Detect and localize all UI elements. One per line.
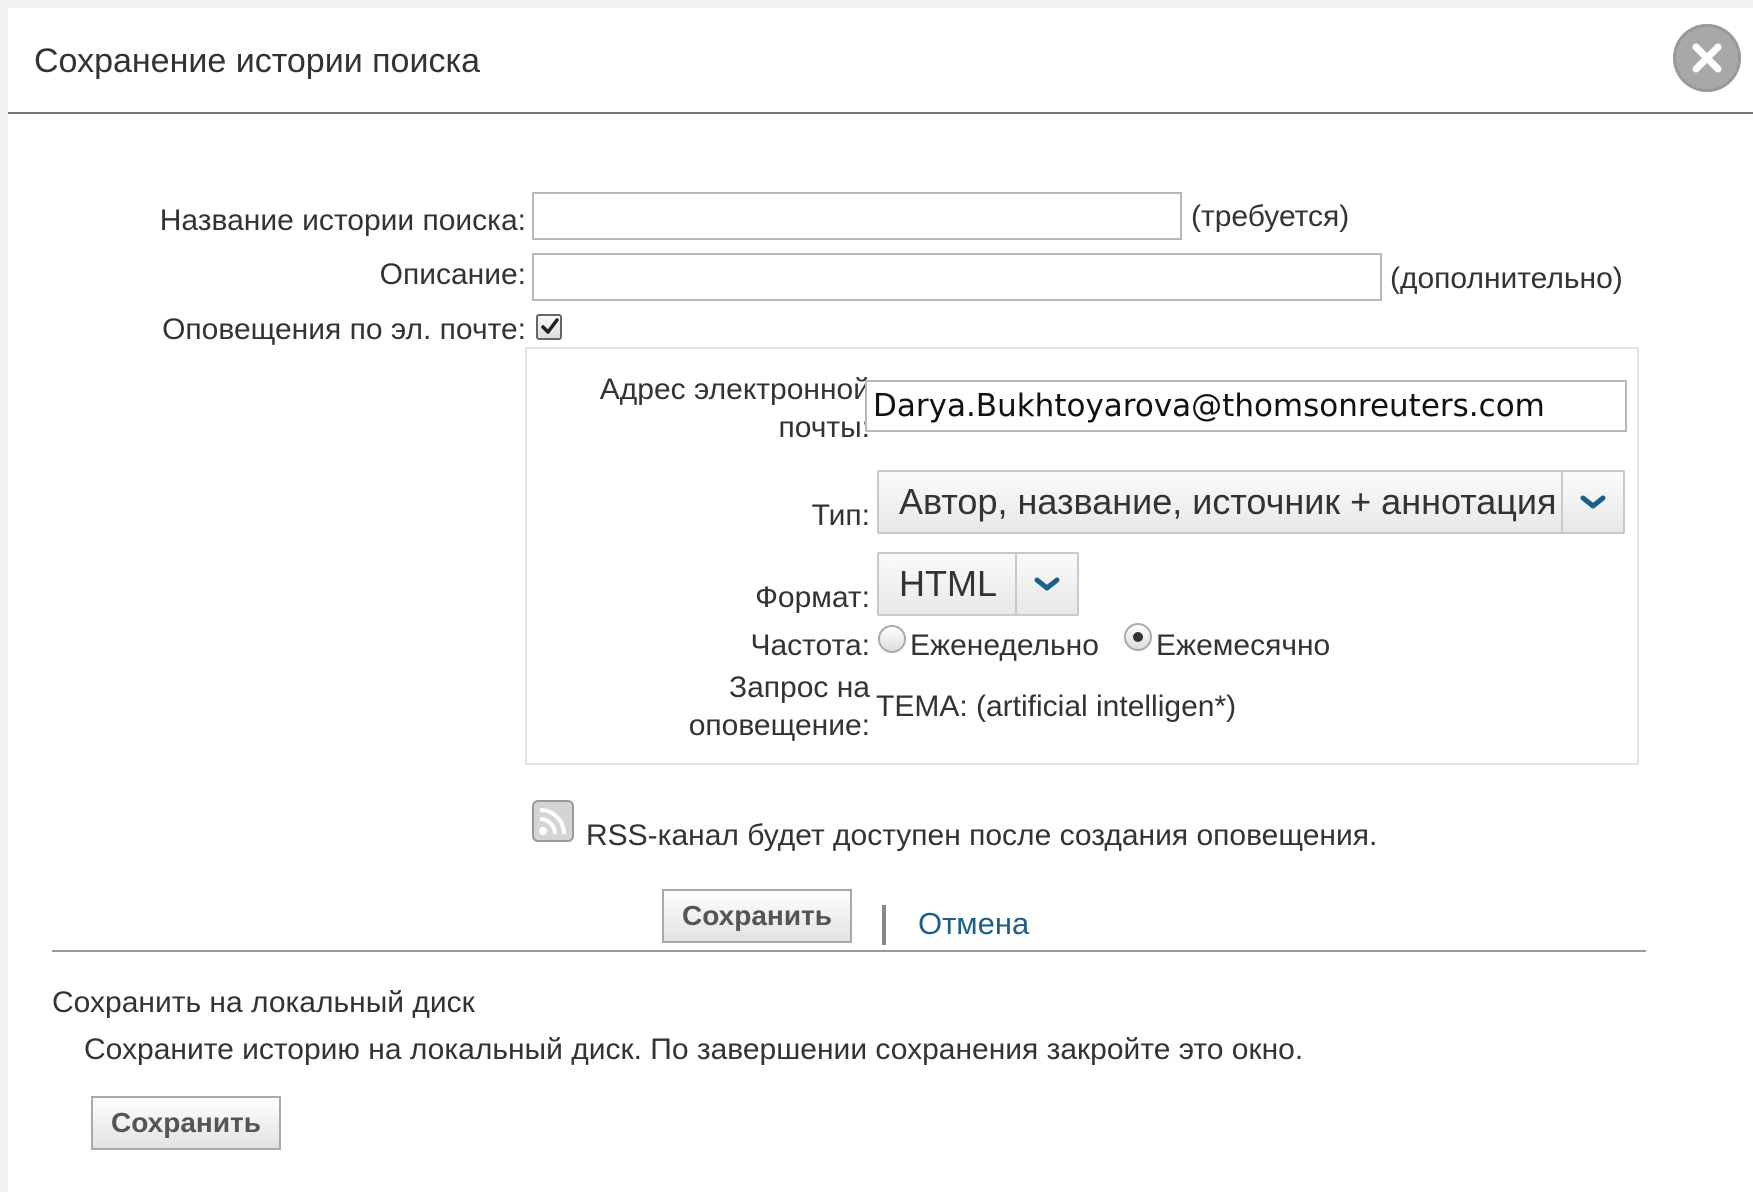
email-alerts-checkbox[interactable]	[536, 314, 562, 340]
type-label: Тип:	[811, 499, 870, 532]
alert-query-label-line2: оповещение:	[688, 709, 870, 742]
format-select[interactable]: HTML	[877, 552, 1079, 616]
save-button[interactable]: Сохранить	[662, 889, 852, 943]
description-label: Описание:	[379, 258, 526, 291]
chevron-down-icon	[1034, 577, 1060, 591]
type-select-value: Автор, название, источник + аннотация	[899, 481, 1557, 522]
email-address-label-line1: Адрес электронной	[599, 373, 870, 406]
local-save-title: Сохранить на локальный диск	[52, 986, 475, 1019]
email-address-input[interactable]	[865, 380, 1627, 432]
type-select[interactable]: Автор, название, источник + аннотация	[877, 470, 1625, 534]
format-label: Формат:	[755, 581, 870, 614]
local-save-button[interactable]: Сохранить	[91, 1096, 281, 1150]
alert-query-label-line1: Запрос на	[728, 671, 870, 704]
format-select-arrow[interactable]	[1015, 554, 1077, 614]
frequency-weekly-label: Еженедельно	[910, 629, 1099, 662]
close-icon	[1692, 43, 1722, 73]
title-divider	[8, 112, 1753, 114]
frequency-weekly-radio[interactable]	[878, 625, 906, 653]
type-select-arrow[interactable]	[1561, 472, 1623, 532]
history-name-label: Название истории поиска:	[159, 204, 526, 237]
rss-notice: RSS-канал будет доступен после создания …	[586, 819, 1378, 852]
required-hint: (требуется)	[1191, 200, 1350, 233]
section-divider	[52, 950, 1646, 952]
description-input[interactable]	[532, 253, 1382, 301]
cancel-link[interactable]: Отмена	[918, 906, 1029, 942]
frequency-label: Частота:	[750, 629, 870, 662]
chevron-down-icon	[1580, 495, 1606, 509]
close-button[interactable]	[1673, 24, 1741, 92]
action-separator	[882, 905, 886, 945]
format-select-value: HTML	[899, 563, 997, 604]
email-address-label-line2: почты:	[778, 411, 870, 444]
checkmark-icon	[541, 318, 559, 334]
history-name-input[interactable]	[532, 192, 1182, 240]
optional-hint: (дополнительно)	[1390, 262, 1623, 295]
frequency-monthly-radio[interactable]	[1124, 623, 1152, 651]
radio-selected-dot	[1133, 632, 1143, 642]
email-alerts-label: Оповещения по эл. почте:	[162, 313, 526, 346]
dialog-title: Сохранение истории поиска	[34, 42, 480, 80]
frequency-monthly-label: Ежемесячно	[1156, 629, 1331, 662]
local-save-description: Сохраните историю на локальный диск. По …	[84, 1033, 1304, 1066]
rss-icon	[532, 800, 574, 842]
alert-query-value: ТЕМА: (artificial intelligen*)	[876, 690, 1237, 723]
